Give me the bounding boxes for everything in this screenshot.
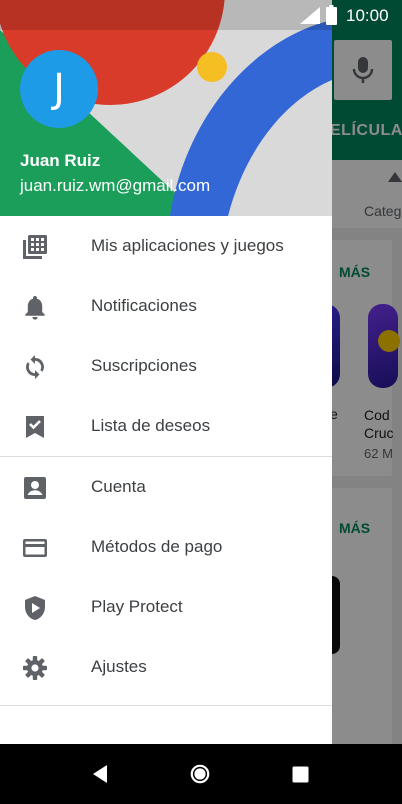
- account-box-icon: [24, 477, 46, 499]
- user-name: Juan Ruiz: [20, 151, 101, 170]
- menu-item-account[interactable]: Cuenta: [0, 457, 332, 517]
- menu-item-play-protect[interactable]: Play Protect: [0, 577, 332, 637]
- menu-item-label: Notificaciones: [91, 296, 197, 315]
- bell-icon: [25, 296, 45, 320]
- menu-item-my-apps[interactable]: Mis aplicaciones y juegos: [0, 216, 332, 276]
- menu-item-label: Mis aplicaciones y juegos: [91, 236, 284, 255]
- status-time: 10:00: [346, 6, 389, 25]
- gear-icon: [23, 656, 47, 680]
- credit-card-icon: [23, 539, 47, 557]
- refresh-icon: [26, 355, 44, 379]
- menu-item-wishlist[interactable]: Lista de deseos: [0, 396, 332, 456]
- drawer-header: J Juan Ruiz juan.ruiz.wm@gmail.com: [0, 0, 332, 216]
- drawer-menu: Mis aplicaciones y juegos Notificaciones…: [0, 216, 332, 706]
- menu-item-label: Métodos de pago: [91, 537, 223, 556]
- apps-grid-icon: [23, 235, 47, 259]
- menu-item-label: Lista de deseos: [91, 416, 211, 435]
- menu-item-notifications[interactable]: Notificaciones: [0, 276, 332, 336]
- avatar[interactable]: J: [20, 50, 98, 128]
- signal-icon: [300, 7, 320, 24]
- menu-item-payment-methods[interactable]: Métodos de pago: [0, 517, 332, 577]
- menu-item-label: Play Protect: [91, 597, 183, 616]
- home-icon[interactable]: [190, 764, 210, 784]
- menu-item-subscriptions[interactable]: Suscripciones: [0, 336, 332, 396]
- bookmark-check-icon: [26, 416, 44, 438]
- menu-item-label: Suscripciones: [91, 356, 197, 375]
- menu-item-settings[interactable]: Ajustes: [0, 637, 332, 697]
- user-email[interactable]: juan.ruiz.wm@gmail.com: [20, 176, 210, 196]
- shield-play-icon: [25, 596, 45, 620]
- menu-item-label: Ajustes: [91, 657, 147, 676]
- recents-icon[interactable]: [292, 766, 309, 783]
- menu-divider: [0, 705, 332, 706]
- navigation-drawer: J Juan Ruiz juan.ruiz.wm@gmail.com Mis a…: [0, 0, 332, 744]
- battery-icon: [326, 5, 337, 25]
- menu-item-label: Cuenta: [91, 477, 146, 496]
- back-icon[interactable]: [91, 764, 109, 784]
- status-bar: 10:00: [0, 0, 402, 30]
